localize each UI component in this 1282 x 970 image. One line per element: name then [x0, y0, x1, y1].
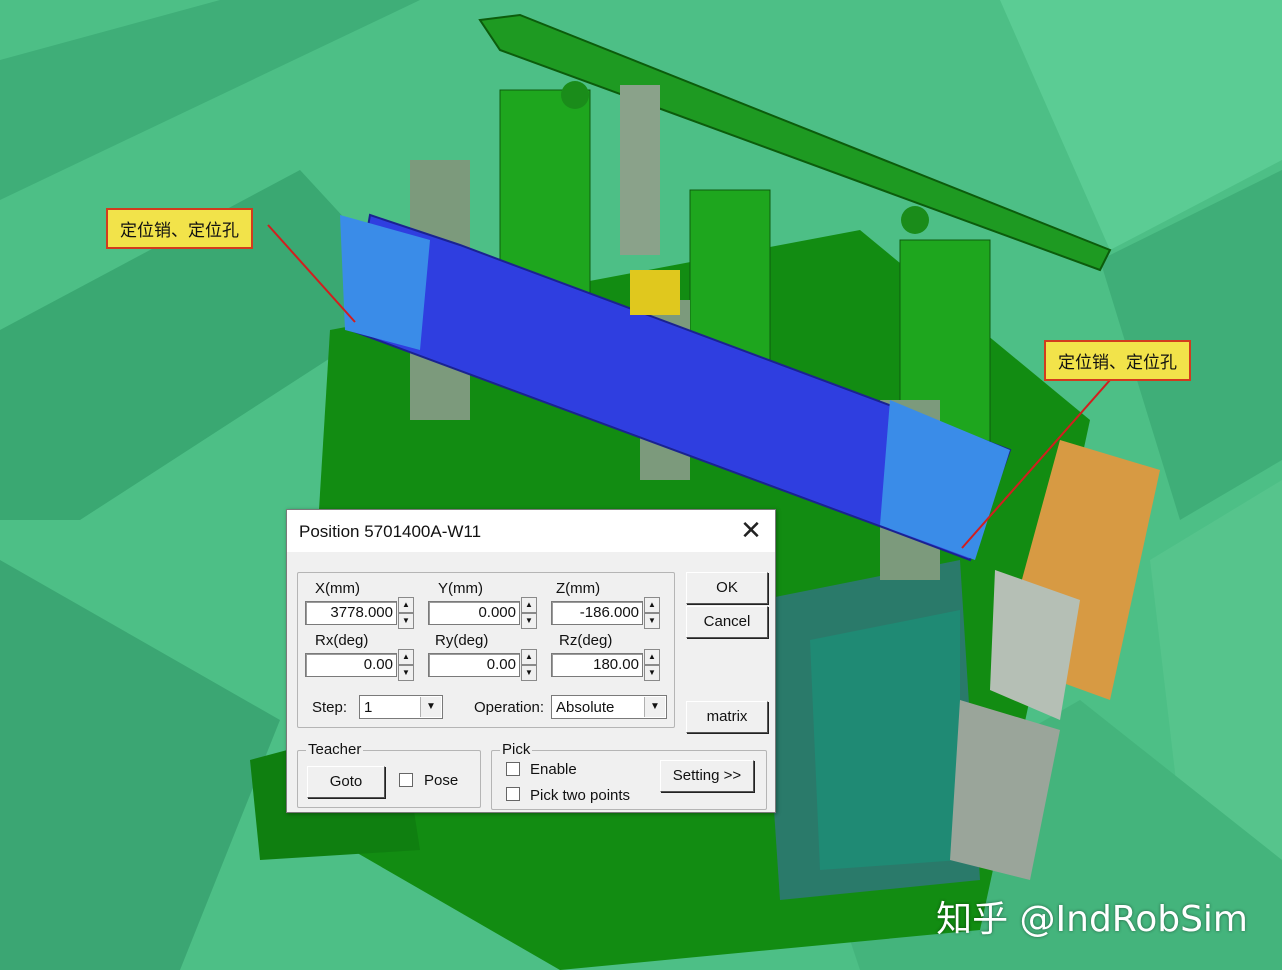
chevron-down-icon[interactable]: ▼ — [420, 697, 441, 717]
cad-viewport[interactable] — [0, 0, 1282, 970]
callout-label: 定位销、定位孔 — [106, 208, 253, 249]
pose-label: Pose — [424, 772, 459, 789]
spin-down-icon[interactable]: ▼ — [398, 665, 414, 681]
enable-checkbox[interactable] — [506, 762, 520, 776]
enable-label: Enable — [530, 761, 577, 778]
pick-legend: Pick — [500, 741, 533, 758]
rx-input[interactable]: 0.00 — [305, 653, 397, 677]
step-label: Step: — [312, 699, 348, 716]
rz-spinner[interactable]: ▲ ▼ — [644, 649, 660, 681]
x-spinner[interactable]: ▲ ▼ — [398, 597, 414, 629]
operation-label: Operation: — [474, 699, 545, 716]
spin-up-icon[interactable]: ▲ — [644, 649, 660, 665]
rx-spinner[interactable]: ▲ ▼ — [398, 649, 414, 681]
cancel-button[interactable]: Cancel — [686, 606, 768, 638]
y-input[interactable]: 0.000 — [428, 601, 520, 625]
ry-label: Ry(deg) — [435, 632, 489, 649]
teacher-legend: Teacher — [306, 741, 364, 758]
rz-input[interactable]: 180.00 — [551, 653, 643, 677]
watermark: 知乎 @IndRobSim — [936, 899, 1248, 940]
spin-down-icon[interactable]: ▼ — [521, 665, 537, 681]
z-label: Z(mm) — [556, 580, 601, 597]
goto-button[interactable]: Goto — [307, 766, 385, 798]
callout-label: 定位销、定位孔 — [1044, 340, 1191, 381]
spin-down-icon[interactable]: ▼ — [644, 665, 660, 681]
rz-label: Rz(deg) — [559, 632, 613, 649]
close-icon[interactable]: ✕ — [737, 516, 765, 544]
spin-up-icon[interactable]: ▲ — [521, 649, 537, 665]
x-label: X(mm) — [315, 580, 360, 597]
spin-up-icon[interactable]: ▲ — [398, 597, 414, 613]
ok-button[interactable]: OK — [686, 572, 768, 604]
z-spinner[interactable]: ▲ ▼ — [644, 597, 660, 629]
ry-spinner[interactable]: ▲ ▼ — [521, 649, 537, 681]
operation-select[interactable]: Absolute ▼ — [551, 695, 667, 719]
ry-input[interactable]: 0.00 — [428, 653, 520, 677]
z-input[interactable]: -186.000 — [551, 601, 643, 625]
operation-value: Absolute — [556, 699, 615, 716]
step-select[interactable]: 1 ▼ — [359, 695, 443, 719]
y-spinner[interactable]: ▲ ▼ — [521, 597, 537, 629]
position-dialog: Position 5701400A-W11 ✕ X(mm) Y(mm) Z(mm… — [286, 509, 776, 813]
spin-down-icon[interactable]: ▼ — [644, 613, 660, 629]
chevron-down-icon[interactable]: ▼ — [644, 697, 665, 717]
spin-down-icon[interactable]: ▼ — [521, 613, 537, 629]
spin-down-icon[interactable]: ▼ — [398, 613, 414, 629]
pick-two-points-checkbox[interactable] — [506, 787, 520, 801]
dialog-titlebar[interactable]: Position 5701400A-W11 ✕ — [287, 510, 775, 552]
x-input[interactable]: 3778.000 — [305, 601, 397, 625]
pose-checkbox[interactable] — [399, 773, 413, 787]
pick-two-points-label: Pick two points — [530, 787, 631, 804]
setting-button[interactable]: Setting >> — [660, 760, 754, 792]
matrix-button[interactable]: matrix — [686, 701, 768, 733]
y-label: Y(mm) — [438, 580, 483, 597]
step-value: 1 — [364, 699, 373, 716]
spin-up-icon[interactable]: ▲ — [644, 597, 660, 613]
spin-up-icon[interactable]: ▲ — [398, 649, 414, 665]
spin-up-icon[interactable]: ▲ — [521, 597, 537, 613]
rx-label: Rx(deg) — [315, 632, 369, 649]
dialog-title: Position 5701400A-W11 — [299, 522, 482, 541]
